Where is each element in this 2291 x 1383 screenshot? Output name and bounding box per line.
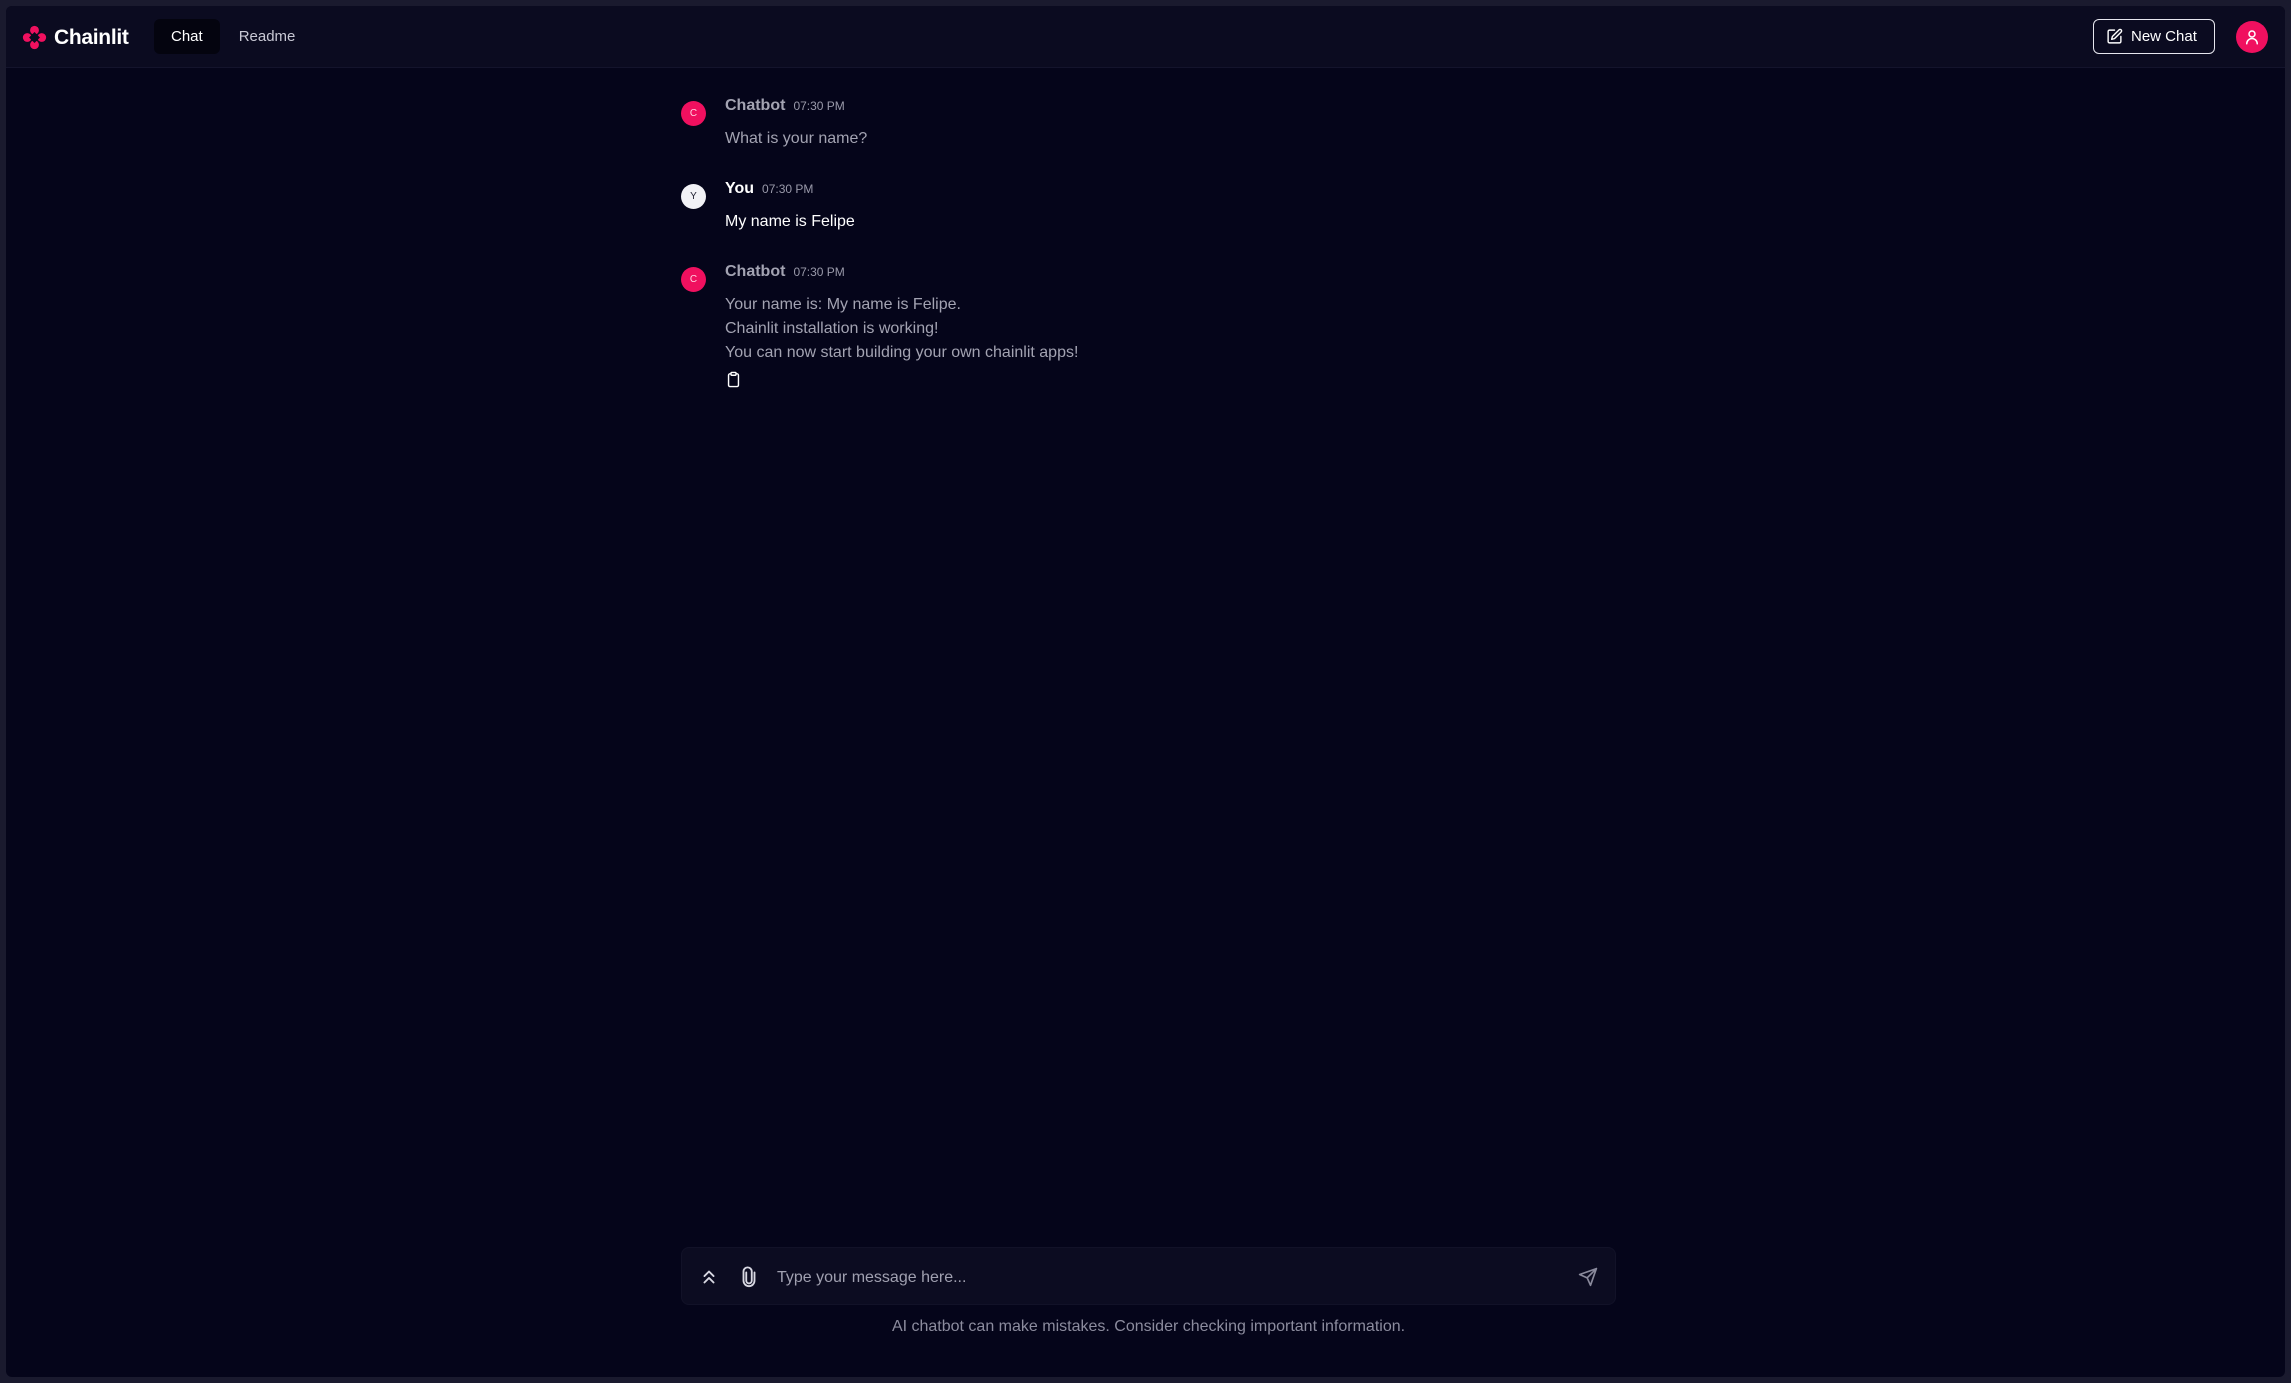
tab-chat[interactable]: Chat	[154, 19, 220, 54]
message-header: Chatbot 07:30 PM	[725, 263, 1621, 287]
message-author: You	[725, 180, 755, 197]
message: C Chatbot 07:30 PM Your name is: My name…	[681, 263, 1621, 388]
send-icon[interactable]	[1578, 1267, 1598, 1287]
bot-avatar: C	[681, 101, 706, 126]
tab-readme[interactable]: Readme	[222, 19, 313, 54]
message-line: My name is Felipe	[725, 213, 855, 230]
paperclip-icon[interactable]	[738, 1266, 760, 1288]
app-name: Chainlit	[54, 25, 129, 49]
edit-icon	[2107, 28, 2123, 44]
user-avatar: Y	[681, 184, 706, 209]
clipboard-icon[interactable]	[725, 371, 742, 388]
bot-avatar: C	[681, 267, 706, 292]
message-line: Chainlit installation is working!	[725, 320, 939, 337]
message: C Chatbot 07:30 PM What is your name?	[681, 97, 1621, 180]
app-window: Chainlit Chat Readme New Chat C Chatbot	[6, 6, 2285, 1377]
disclaimer-text: AI chatbot can make mistakes. Consider c…	[891, 1318, 1406, 1335]
new-chat-button[interactable]: New Chat	[2093, 19, 2215, 54]
message: Y You 07:30 PM My name is Felipe	[681, 180, 1621, 263]
message-header: Chatbot 07:30 PM	[725, 97, 1621, 121]
message-author: Chatbot	[725, 263, 786, 280]
message-composer	[681, 1247, 1616, 1305]
message-time: 07:30 PM	[793, 265, 845, 279]
message-header: You 07:30 PM	[725, 180, 1621, 204]
message-list: C Chatbot 07:30 PM What is your name? Y …	[681, 97, 1621, 388]
message-line: You can now start building your own chai…	[725, 344, 1079, 361]
message-content: My name is Felipe	[725, 210, 1621, 234]
new-chat-label: New Chat	[2131, 28, 2197, 45]
message-author: Chatbot	[725, 97, 786, 114]
message-time: 07:30 PM	[793, 99, 845, 113]
logo[interactable]: Chainlit	[22, 25, 129, 50]
user-icon	[2246, 30, 2258, 45]
message-content: Your name is: My name is Felipe. Chainli…	[725, 293, 1621, 365]
message-input[interactable]	[775, 1262, 1559, 1294]
chainlit-logo-icon	[22, 25, 47, 50]
chevrons-up-icon[interactable]	[698, 1266, 720, 1288]
message-content: What is your name?	[725, 127, 1621, 151]
message-time: 07:30 PM	[762, 182, 814, 196]
top-bar: Chainlit Chat Readme New Chat	[6, 6, 2285, 68]
message-line: Your name is: My name is Felipe.	[725, 296, 961, 313]
message-line: What is your name?	[725, 130, 868, 147]
user-menu-button[interactable]	[2236, 21, 2268, 53]
nav-tabs: Chat Readme	[154, 19, 312, 54]
